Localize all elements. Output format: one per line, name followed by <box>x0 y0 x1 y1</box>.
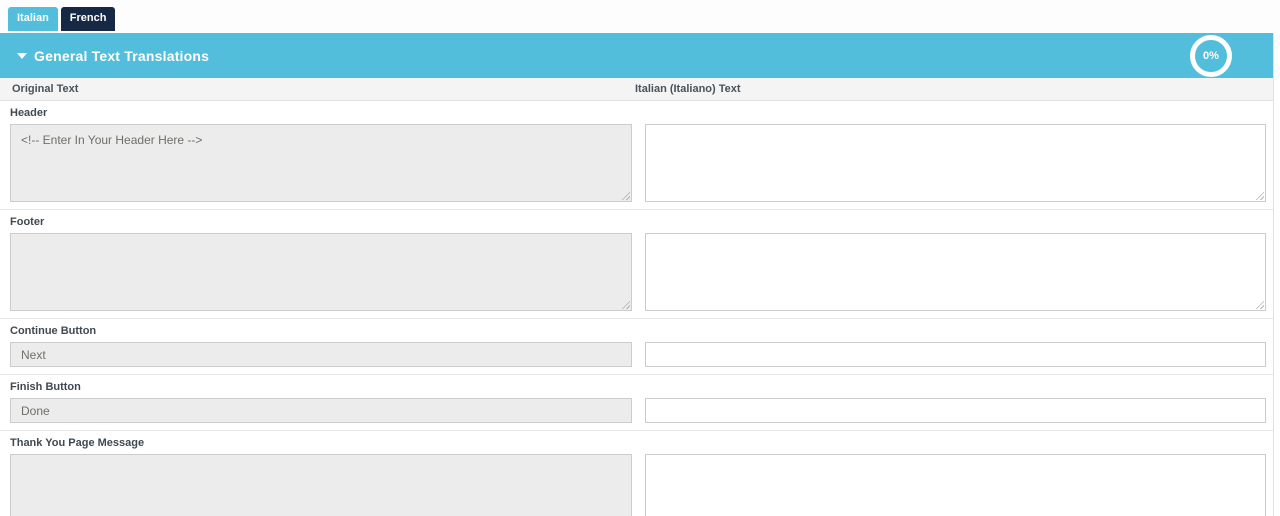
panel-header[interactable]: General Text Translations 0% <box>0 33 1273 78</box>
caret-down-icon <box>17 52 27 59</box>
tab-italian[interactable]: Italian <box>8 7 58 31</box>
translation-textarea-footer[interactable] <box>645 233 1266 311</box>
translation-row-thank-you-page-message: Thank You Page Message⤡ <box>0 431 1273 516</box>
translation-input-continue-button[interactable] <box>645 342 1266 367</box>
rows: Header Footer Continue Button Finish Button… <box>0 101 1273 516</box>
translations-panel: General Text Translations 0% Original Te… <box>0 33 1274 516</box>
translation-textarea-thank-you-page-message[interactable] <box>645 454 1266 516</box>
tab-french[interactable]: French <box>60 7 116 31</box>
original-input-finish-button <box>10 398 632 423</box>
translation-row-continue-button: Continue Button <box>0 319 1273 375</box>
translation-row-footer: Footer <box>0 210 1273 319</box>
original-textarea-thank-you-page-message <box>10 454 632 516</box>
original-textarea-header <box>10 124 632 202</box>
panel-title: General Text Translations <box>34 47 210 64</box>
row-label: Continue Button <box>10 325 97 337</box>
translation-row-header: Header <box>0 101 1273 210</box>
progress-value: 0% <box>1203 49 1219 62</box>
progress-badge: 0% <box>1190 34 1232 77</box>
row-label: Thank You Page Message <box>10 437 145 449</box>
translation-row-finish-button: Finish Button <box>0 375 1273 431</box>
row-label: Header <box>10 107 48 119</box>
original-input-continue-button <box>10 342 632 367</box>
row-label: Finish Button <box>10 381 81 393</box>
translation-textarea-header[interactable] <box>645 124 1266 202</box>
language-tabs: Italian French <box>0 0 1280 33</box>
row-label: Footer <box>10 216 45 228</box>
column-header-row: Original Text Italian (Italiano) Text <box>0 78 1273 101</box>
original-textarea-footer <box>10 233 632 311</box>
column-translation-text: Italian (Italiano) Text <box>635 83 741 95</box>
column-original-text: Original Text <box>12 83 79 95</box>
translation-input-finish-button[interactable] <box>645 398 1266 423</box>
